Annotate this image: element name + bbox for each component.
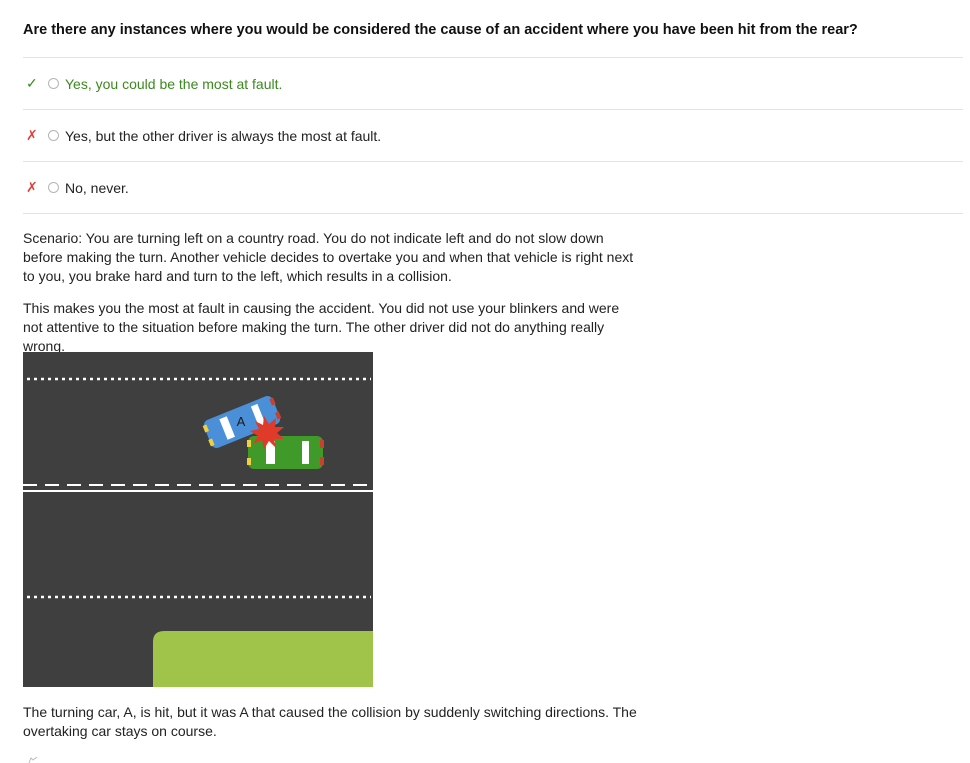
check-icon: ✓ <box>26 75 38 91</box>
radio-button[interactable] <box>48 130 59 141</box>
answer-option-label: Yes, but the other driver is always the … <box>65 127 382 144</box>
car-a-label: A <box>237 414 246 429</box>
radio-button[interactable] <box>48 182 59 193</box>
thumb-icon[interactable] <box>28 757 38 763</box>
answer-option-3[interactable]: ✗ No, never. <box>23 161 963 214</box>
cross-icon: ✗ <box>26 127 38 143</box>
explanation-text: This makes you the most at fault in caus… <box>23 300 620 354</box>
answer-option-label: No, never. <box>65 179 129 196</box>
cross-icon: ✗ <box>26 179 38 195</box>
caption-text: The turning car, A, is hit, but it was A… <box>23 704 637 739</box>
grass-verge <box>153 631 373 687</box>
answer-option-2[interactable]: ✗ Yes, but the other driver is always th… <box>23 109 963 161</box>
answer-options: ✓ Yes, you could be the most at fault. ✗… <box>23 57 963 214</box>
collision-illustration: A <box>23 352 373 687</box>
scenario-text: Scenario: You are turning left on a coun… <box>23 230 634 284</box>
radio-button[interactable] <box>48 78 59 89</box>
question-text: Are there any instances where you would … <box>23 22 858 38</box>
answer-option-1[interactable]: ✓ Yes, you could be the most at fault. <box>23 57 963 109</box>
answer-option-label: Yes, you could be the most at fault. <box>65 75 283 92</box>
